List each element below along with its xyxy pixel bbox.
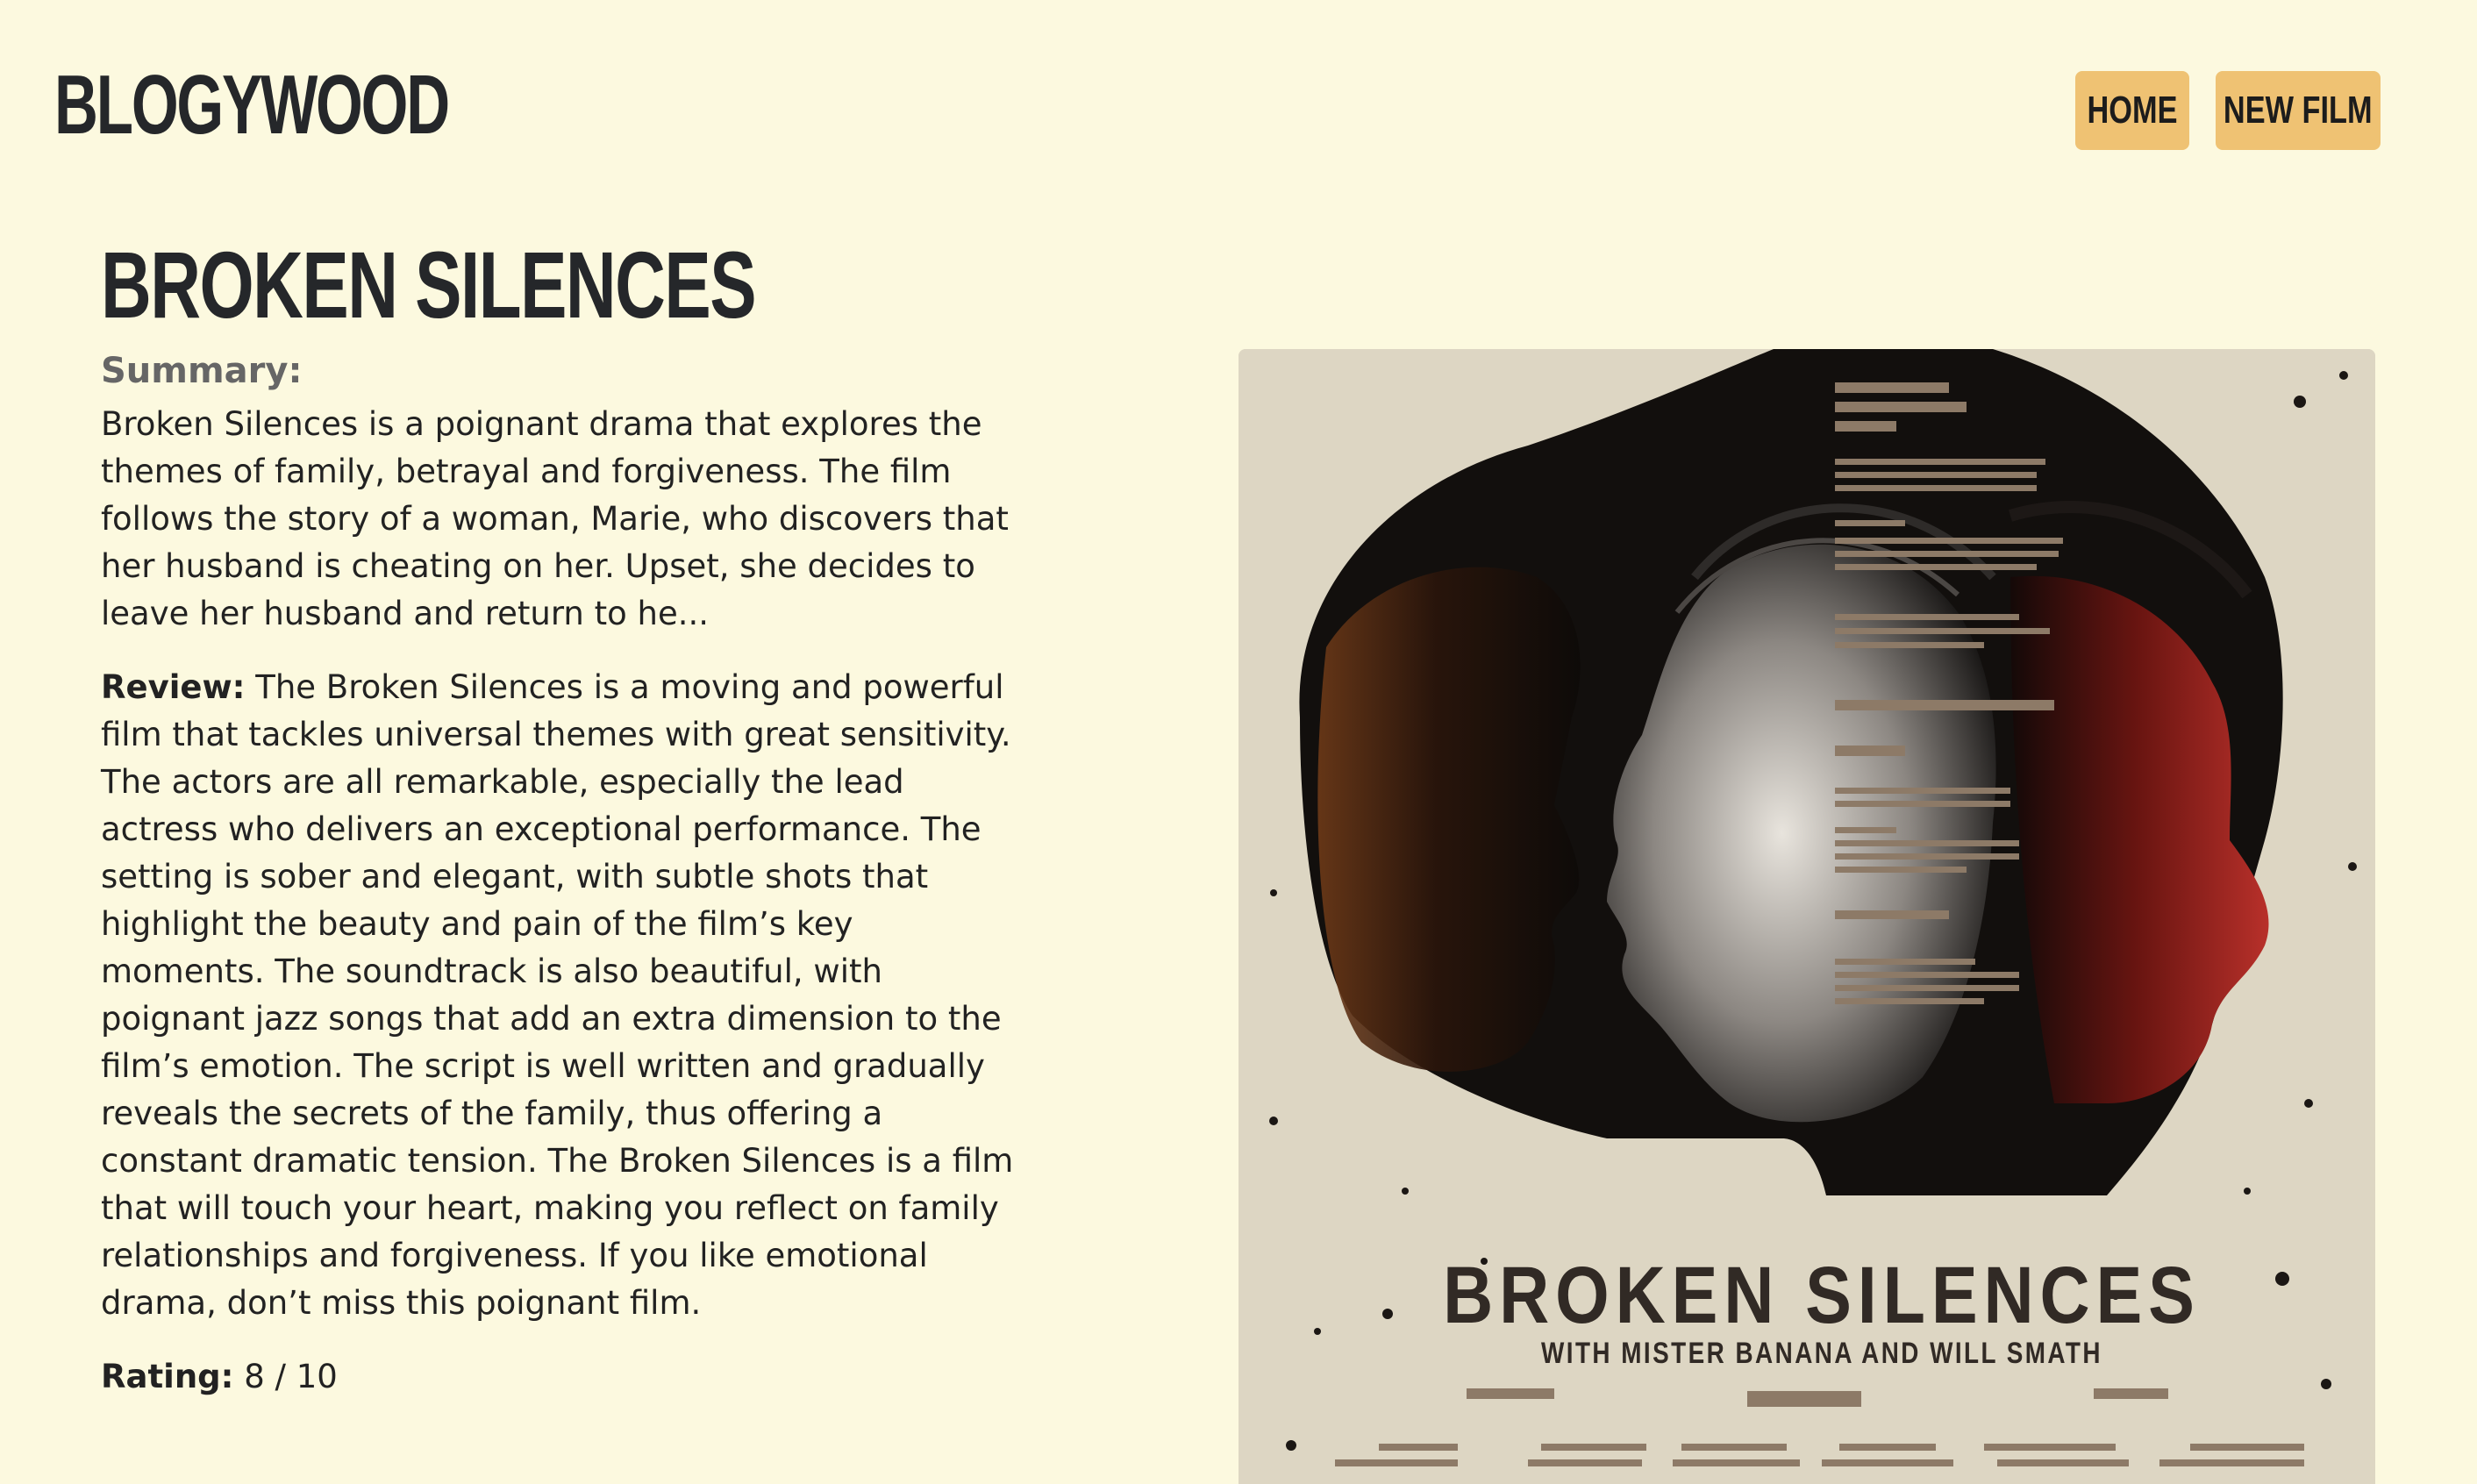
review-label: Review: — [101, 668, 246, 706]
main-nav: HOME NEW FILM — [2075, 71, 2381, 150]
summary-label: Summary: — [101, 351, 303, 391]
poster-subtitle: WITH MISTER BANANA AND WILL SMATH — [1541, 1336, 2102, 1369]
film-poster-image: BROKEN SILENCES WITH MISTER BANANA AND W… — [1238, 349, 2375, 1484]
home-button[interactable]: HOME — [2075, 71, 2189, 150]
new-film-button[interactable]: NEW FILM — [2216, 71, 2381, 150]
film-title: BROKEN SILENCES — [101, 232, 757, 338]
review-paragraph: Review: The Broken Silences is a moving … — [101, 664, 1022, 1327]
new-film-button-label: NEW FILM — [2224, 89, 2373, 132]
site-logo[interactable]: BLOGYWOOD — [54, 53, 450, 158]
rating-label: Rating: — [101, 1358, 234, 1395]
summary-text: Broken Silences is a poignant drama that… — [101, 405, 1009, 632]
rating-paragraph: Rating: 8 / 10 — [101, 1353, 1022, 1401]
rating-value: 8 / 10 — [244, 1358, 338, 1395]
home-button-label: HOME — [2087, 89, 2178, 132]
poster-title: BROKEN SILENCES — [1443, 1250, 2201, 1340]
film-details: BROKEN SILENCES Summary: Broken Silences… — [101, 224, 1022, 1401]
review-text: The Broken Silences is a moving and powe… — [101, 668, 1014, 1322]
